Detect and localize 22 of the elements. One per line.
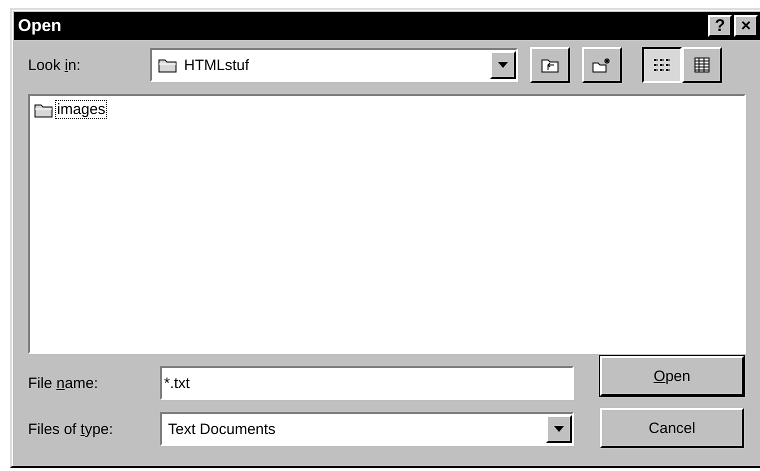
file-list-item[interactable]: images (55, 100, 108, 119)
folder-icon (158, 57, 178, 73)
file-name-field[interactable]: *.txt (160, 366, 574, 400)
list-view-icon (653, 58, 671, 72)
look-in-dropdown[interactable]: HTMLstuf (150, 48, 518, 82)
up-folder-icon (541, 57, 559, 73)
look-in-label: Look in: (28, 56, 82, 74)
help-button[interactable]: ? (708, 15, 732, 37)
details-view-button[interactable] (682, 47, 722, 83)
list-view-button[interactable] (642, 47, 682, 83)
file-type-dropdown[interactable]: Text Documents (160, 412, 574, 446)
file-type-label: Files of type: (28, 420, 114, 438)
cancel-button[interactable]: Cancel (600, 408, 744, 448)
open-button[interactable]: Open (600, 356, 744, 396)
close-button[interactable]: × (734, 15, 758, 37)
new-folder-icon (592, 57, 612, 73)
folder-icon (34, 102, 54, 118)
details-view-icon (694, 57, 710, 73)
new-folder-button[interactable] (582, 47, 622, 83)
up-folder-button[interactable] (530, 47, 570, 83)
file-name-label: File name: (28, 374, 100, 392)
window-title: Open (18, 16, 62, 36)
